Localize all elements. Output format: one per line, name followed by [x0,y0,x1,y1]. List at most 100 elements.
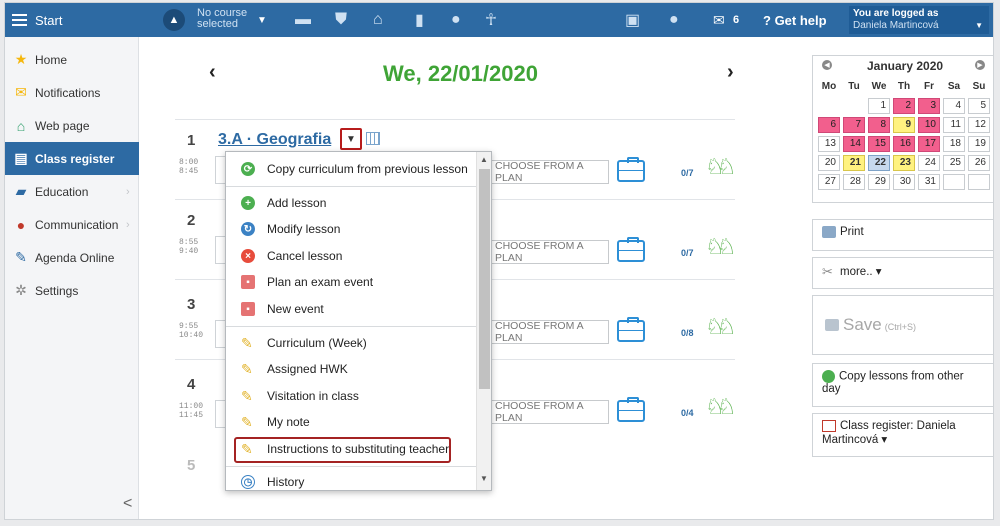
course-selector[interactable]: No course selected [197,3,247,37]
menu-icon[interactable] [11,3,27,37]
menu-item-modify-lesson[interactable]: ↻ Modify lesson [226,216,476,242]
attendance-people-icon[interactable]: ♘♘ [705,314,737,340]
calendar-day[interactable]: 17 [918,136,940,152]
choose-plan-field[interactable]: CHOOSE FROM A PLAN [491,240,609,264]
sidebar-item-web-page[interactable]: ⌂ Web page [5,109,139,142]
scroll-down-arrow[interactable]: ▼ [480,474,488,483]
choose-plan-field[interactable]: CHOOSE FROM A PLAN [491,320,609,344]
calendar-day[interactable]: 26 [968,155,990,171]
lesson-menu-dropdown-button[interactable]: ▼ [340,128,362,150]
scrollbar-thumb[interactable] [479,169,490,389]
attendance-people-icon[interactable]: ♘♘ [705,234,737,260]
course-selector-icon[interactable]: ▲ [163,3,185,37]
subject-link[interactable]: 3.A · Geografia [218,131,331,149]
calendar-day[interactable]: 19 [968,136,990,152]
sidebar-item-communication[interactable]: ● Communication › [5,208,139,241]
sidebar-item-label: Notifications [35,85,101,100]
menu-item-copy-curriculum[interactable]: ⟳ Copy curriculum from previous lesson [226,156,476,182]
next-day-button[interactable]: › [727,61,734,84]
attendance-people-icon[interactable]: ♘♘ [705,394,737,420]
calendar-day[interactable]: 25 [943,155,965,171]
calendar-day[interactable]: 23 [893,155,915,171]
more-button[interactable]: ✂ more.. ▾ [812,257,993,289]
sidebar-item-education[interactable]: ▰ Education › [5,175,139,208]
calendar-day[interactable]: 11 [943,117,965,133]
calendar-day[interactable]: 15 [868,136,890,152]
scroll-up-arrow[interactable]: ▲ [480,155,488,164]
calendar-day[interactable]: 1 [868,98,890,114]
calendar-day[interactable]: 4 [943,98,965,114]
picture-icon[interactable]: ▣ [625,3,640,37]
calendar-day[interactable]: 28 [843,174,865,190]
chat-icon[interactable]: ● [669,3,679,37]
briefcase-icon[interactable] [617,157,645,182]
table-icon[interactable] [366,132,380,145]
calendar-day[interactable]: 14 [843,136,865,152]
sidebar-item-agenda-online[interactable]: ✎ Agenda Online [5,241,139,274]
sidebar-item-class-register[interactable]: ▤ Class register [5,142,139,175]
chart-icon[interactable]: ▮ [415,3,424,37]
choose-plan-field[interactable]: CHOOSE FROM A PLAN [491,400,609,424]
next-month-icon[interactable]: ▶ [975,60,985,70]
menu-scrollbar[interactable]: ▲ ▼ [476,152,491,490]
attendance-people-icon[interactable]: ♘♘ [705,154,737,180]
calendar-day[interactable]: 5 [968,98,990,114]
menu-item-plan-exam[interactable]: ▪ Plan an exam event [226,269,476,295]
calendar-day[interactable]: 21 [843,155,865,171]
calendar-day[interactable]: 3 [918,98,940,114]
calendar-day[interactable]: 7 [843,117,865,133]
calendar-day[interactable]: 31 [918,174,940,190]
briefcase-icon[interactable]: ▬ [295,3,311,37]
briefcase-icon[interactable] [617,397,645,422]
menu-item-add-lesson[interactable]: + Add lesson [226,190,476,216]
envelope-icon[interactable]: ✉ [713,3,725,37]
print-button[interactable]: Print [812,219,993,251]
calendar-day[interactable]: 22 [868,155,890,171]
house-icon: ⌂ [16,117,26,134]
calendar-day[interactable]: 9 [893,117,915,133]
briefcase-icon[interactable] [617,237,645,262]
collapse-sidebar-button[interactable]: < [123,495,132,513]
calendar-day[interactable]: 12 [968,117,990,133]
calendar-day[interactable]: 20 [818,155,840,171]
institution-icon[interactable]: ⌂ [373,3,383,37]
previous-day-button[interactable]: ‹ [209,61,216,84]
shield-icon[interactable]: ⛊ [335,3,347,37]
sidebar-item-label: Web page [35,118,90,133]
record-icon[interactable]: ● [451,3,461,37]
calendar-day[interactable]: 30 [893,174,915,190]
calendar-day[interactable]: 13 [818,136,840,152]
calendar-day[interactable]: 18 [943,136,965,152]
menu-item-cancel-lesson[interactable]: × Cancel lesson [226,243,476,269]
sidebar-item-notifications[interactable]: ✉ Notifications [5,76,139,109]
menu-item-visitation[interactable]: ✎ Visitation in class [226,383,476,409]
menu-item-history[interactable]: ◷ History [226,469,476,490]
copy-lessons-button[interactable]: Copy lessons from other day [812,363,993,407]
sidebar-item-settings[interactable]: ✲ Settings [5,274,139,307]
date-navigation: ‹ We, 22/01/2020 › [205,61,735,91]
calendar-day[interactable]: 16 [893,136,915,152]
save-button[interactable]: Save (Ctrl+S) [812,295,993,355]
calendar-day[interactable]: 27 [818,174,840,190]
menu-item-my-note[interactable]: ✎ My note [226,409,476,435]
previous-month-icon[interactable]: ◀ [822,60,832,70]
menu-item-curriculum-week[interactable]: ✎ Curriculum (Week) [226,330,476,356]
briefcase-icon[interactable] [617,317,645,342]
menu-item-assigned-hwk[interactable]: ✎ Assigned HWK [226,356,476,382]
calendar-day[interactable]: 24 [918,155,940,171]
people-walking-icon[interactable]: ☥ [485,3,497,37]
help-link[interactable]: ? Get help [763,3,827,37]
chevron-down-icon[interactable]: ▼ [257,3,267,37]
menu-item-new-event[interactable]: ▪ New event [226,296,476,322]
sidebar-item-home[interactable]: ★ Home [5,43,139,76]
calendar-day[interactable]: 2 [893,98,915,114]
start-link[interactable]: Start [35,3,62,37]
user-menu[interactable]: You are logged as Daniela Martincová ▼ [849,6,989,34]
choose-plan-field[interactable]: CHOOSE FROM A PLAN [491,160,609,184]
class-register-select[interactable]: Class register: Daniela Martincová ▾ [812,413,993,457]
calendar-day[interactable]: 29 [868,174,890,190]
calendar-day[interactable]: 10 [918,117,940,133]
calendar-day[interactable]: 8 [868,117,890,133]
lesson-time: 8:55 9:40 [179,238,198,256]
calendar-day[interactable]: 6 [818,117,840,133]
